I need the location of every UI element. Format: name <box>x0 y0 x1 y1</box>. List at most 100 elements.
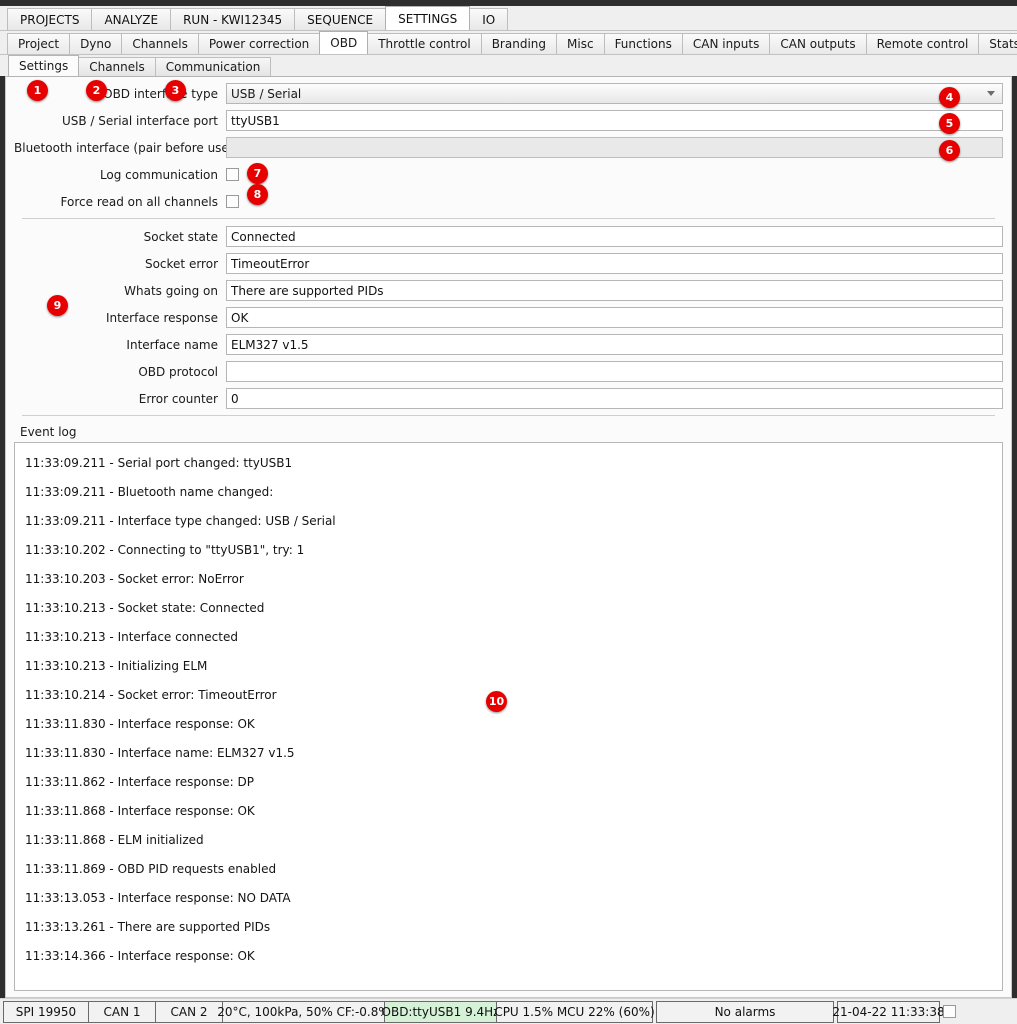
interface-response-value <box>226 307 1003 328</box>
tab-obd-settings[interactable]: Settings <box>8 55 80 76</box>
status-bar: SPI 19950 CAN 1 CAN 2 20°C, 100kPa, 50% … <box>0 998 1017 1024</box>
status-cell-can1[interactable]: CAN 1 <box>88 1000 156 1023</box>
field-row-obd-protocol: OBD protocol <box>14 361 1003 382</box>
force-read-all-channels-checkbox[interactable] <box>226 195 239 208</box>
connection-settings-form: OBD interface type USB / Serial USB / Se… <box>6 77 1011 416</box>
tab-remote-control[interactable]: Remote control <box>865 33 980 54</box>
log-entry: 11:33:09.211 - Interface type changed: U… <box>25 514 336 528</box>
window-frame-left <box>0 6 5 998</box>
event-log-title: Event log <box>20 425 77 439</box>
field-row-serial-port: USB / Serial interface port <box>14 110 1003 131</box>
obd-protocol-value <box>226 361 1003 382</box>
settings-tab-bar: Project Dyno Channels Power correction O… <box>0 31 1017 55</box>
label-socket-state: Socket state <box>143 229 218 244</box>
serial-port-input[interactable] <box>226 110 1003 131</box>
status-cell-alarms[interactable]: No alarms <box>656 1000 834 1023</box>
field-row-force-read: Force read on all channels <box>14 191 1003 212</box>
status-cell-cpu[interactable]: CPU 1.5% MCU 22% (60%) <box>494 1000 655 1023</box>
field-row-interface-response: Interface response <box>14 307 1003 328</box>
interface-name-value <box>226 334 1003 355</box>
tab-misc[interactable]: Misc <box>556 33 605 54</box>
log-entry: 11:33:13.261 - There are supported PIDs <box>25 920 271 934</box>
main-tab-analyze[interactable]: ANALYZE <box>91 8 172 30</box>
label-log-communication: Log communication <box>99 167 218 182</box>
event-log-list[interactable]: 11:33:09.211 - Serial port changed: ttyU… <box>14 442 1003 991</box>
main-tab-run[interactable]: RUN - KWI12345 <box>170 8 296 30</box>
log-entry: 11:33:10.213 - Socket state: Connected <box>25 601 265 615</box>
tab-can-outputs[interactable]: CAN outputs <box>769 33 867 54</box>
field-row-interface-type: OBD interface type USB / Serial <box>14 83 1003 104</box>
status-bar-checkbox[interactable] <box>943 1005 956 1018</box>
annotation-badge-6: 6 <box>939 140 960 161</box>
chevron-down-icon <box>987 91 995 96</box>
tab-can-inputs[interactable]: CAN inputs <box>681 33 771 54</box>
log-entry: 11:33:09.211 - Bluetooth name changed: <box>25 485 274 499</box>
annotation-badge-1: 1 <box>27 80 48 101</box>
field-row-error-counter: Error counter <box>14 388 1003 409</box>
log-entry: 11:33:09.211 - Serial port changed: ttyU… <box>25 456 293 470</box>
tab-stats[interactable]: Stats <box>978 33 1017 54</box>
whats-going-on-value <box>226 280 1003 301</box>
log-entry: 11:33:10.203 - Socket error: NoError <box>25 572 244 586</box>
tab-obd[interactable]: OBD <box>319 31 369 54</box>
main-tab-projects[interactable]: PROJECTS <box>7 8 93 30</box>
field-row-log-communication: Log communication <box>14 164 1003 185</box>
annotation-badge-7: 7 <box>247 163 268 184</box>
label-bluetooth-interface: Bluetooth interface (pair before use) <box>14 140 234 155</box>
log-entry: 11:33:10.202 - Connecting to "ttyUSB1", … <box>25 543 305 557</box>
log-entry: 11:33:10.213 - Initializing ELM <box>25 659 208 673</box>
obd-interface-type-select[interactable]: USB / Serial <box>226 83 1003 104</box>
annotation-badge-5: 5 <box>939 113 960 134</box>
bluetooth-interface-input <box>226 137 1003 158</box>
log-entry: 11:33:11.862 - Interface response: DP <box>25 775 254 789</box>
tab-branding[interactable]: Branding <box>480 33 558 54</box>
tab-channels[interactable]: Channels <box>121 33 199 54</box>
main-tab-settings[interactable]: SETTINGS <box>385 6 471 30</box>
tab-obd-channels[interactable]: Channels <box>78 57 156 76</box>
tab-obd-communication[interactable]: Communication <box>154 57 272 76</box>
socket-state-value <box>226 226 1003 247</box>
status-cell-spi[interactable]: SPI 19950 <box>3 1000 89 1023</box>
annotation-badge-8: 8 <box>247 184 268 205</box>
obd-settings-panel: OBD interface type USB / Serial USB / Se… <box>5 76 1012 998</box>
label-interface-name: Interface name <box>126 337 218 352</box>
status-cell-datetime[interactable]: 21-04-22 11:33:38 <box>832 1000 945 1023</box>
field-row-socket-state: Socket state <box>14 226 1003 247</box>
tab-dyno[interactable]: Dyno <box>69 33 123 54</box>
field-row-bluetooth: Bluetooth interface (pair before use) <box>14 137 1003 158</box>
main-tab-io[interactable]: IO <box>469 8 509 30</box>
log-communication-checkbox[interactable] <box>226 168 239 181</box>
log-entry: 11:33:10.214 - Socket error: TimeoutErro… <box>25 688 277 702</box>
log-entry: 11:33:11.830 - Interface response: OK <box>25 717 255 731</box>
label-whats-going-on: Whats going on <box>124 283 218 298</box>
section-divider <box>22 218 995 219</box>
annotation-badge-9: 9 <box>47 295 68 316</box>
main-tab-bar: PROJECTS ANALYZE RUN - KWI12345 SEQUENCE… <box>0 6 1017 31</box>
tab-project[interactable]: Project <box>7 33 71 54</box>
log-entry: 11:33:11.868 - Interface response: OK <box>25 804 255 818</box>
log-entry: 11:33:14.366 - Interface response: OK <box>25 949 255 963</box>
status-cell-obd[interactable]: OBD:ttyUSB1 9.4Hz <box>382 1000 499 1023</box>
log-entry: 11:33:11.830 - Interface name: ELM327 v1… <box>25 746 295 760</box>
label-obd-protocol: OBD protocol <box>138 364 218 379</box>
obd-tab-bar: Settings Channels Communication <box>0 55 1017 76</box>
status-cell-can2[interactable]: CAN 2 <box>155 1000 223 1023</box>
label-interface-response: Interface response <box>105 310 218 325</box>
tab-functions[interactable]: Functions <box>603 33 683 54</box>
main-tab-sequence[interactable]: SEQUENCE <box>294 8 387 30</box>
socket-error-value <box>226 253 1003 274</box>
tab-throttle-control[interactable]: Throttle control <box>367 33 482 54</box>
field-row-interface-name: Interface name <box>14 334 1003 355</box>
tab-power-correction[interactable]: Power correction <box>197 33 321 54</box>
log-entry: 11:33:11.868 - ELM initialized <box>25 833 204 847</box>
status-cell-ambient[interactable]: 20°C, 100kPa, 50% CF:-0.8% <box>217 1000 390 1023</box>
label-serial-port: USB / Serial interface port <box>61 113 218 128</box>
window-frame-right <box>1012 6 1017 998</box>
label-socket-error: Socket error <box>144 256 218 271</box>
annotation-badge-10: 10 <box>486 691 507 712</box>
log-entry: 11:33:13.053 - Interface response: NO DA… <box>25 891 291 905</box>
log-divider <box>22 415 995 416</box>
error-counter-value <box>226 388 1003 409</box>
log-entry: 11:33:10.213 - Interface connected <box>25 630 238 644</box>
obd-interface-type-value: USB / Serial <box>231 86 302 101</box>
